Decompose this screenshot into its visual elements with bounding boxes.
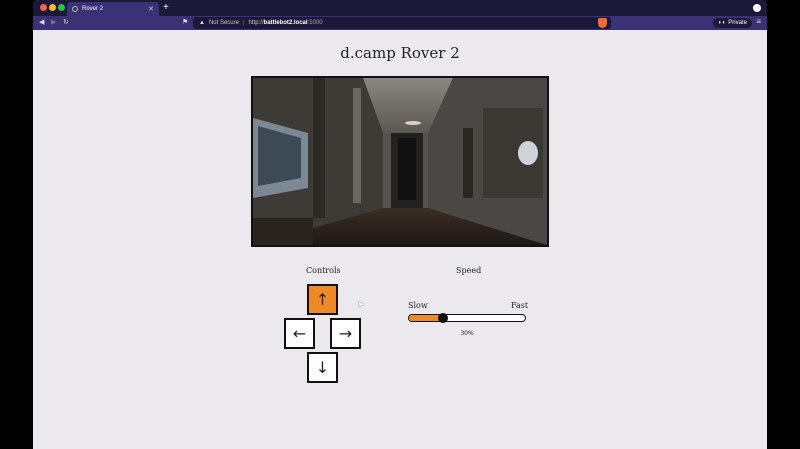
- left-button[interactable]: ←: [284, 318, 315, 349]
- url-host: battlebot2.local: [263, 20, 308, 26]
- tab-title: Rover 2: [82, 6, 104, 12]
- security-label: Not Secure: [208, 20, 239, 26]
- arrow-right-icon: →: [338, 324, 353, 343]
- maximize-window-button[interactable]: [58, 4, 65, 11]
- address-bar[interactable]: ▲ Not Secure | http:// battlebot2.local …: [193, 17, 611, 29]
- rover-camera-feed: [251, 76, 549, 247]
- camera-image: [253, 78, 547, 245]
- speed-label: Speed: [456, 266, 482, 275]
- url-scheme: http://: [248, 20, 264, 26]
- url-port: :5000: [307, 20, 323, 26]
- arrow-down-icon: ↓: [315, 358, 330, 377]
- forward-button[interactable]: ↑: [307, 284, 338, 315]
- speed-slider-track[interactable]: [408, 314, 526, 322]
- tab-close-icon[interactable]: ✕: [148, 5, 154, 13]
- speed-value: 30%: [460, 330, 474, 337]
- mouse-cursor-icon: ➤: [357, 300, 365, 310]
- speed-fast-label: Fast: [511, 301, 529, 310]
- private-label: Private: [728, 20, 747, 26]
- right-button[interactable]: →: [330, 318, 361, 349]
- arrow-left-icon: ←: [292, 324, 307, 343]
- menu-icon[interactable]: ≡: [756, 17, 761, 26]
- globe-icon: [72, 6, 78, 12]
- close-window-button[interactable]: [40, 4, 47, 11]
- profile-icon[interactable]: [753, 4, 761, 12]
- new-tab-icon[interactable]: +: [163, 2, 169, 13]
- browser-toolbar: ◀ ▶ ↻ ⚑ ▲ Not Secure | http:// battlebot…: [33, 16, 767, 30]
- backward-button[interactable]: ↓: [307, 352, 338, 383]
- page-title: d.camp Rover 2: [340, 44, 460, 62]
- page-content: d.camp Rover 2 Controls Speed ↑ ← → ↓ ➤ …: [33, 30, 767, 449]
- speed-slow-label: Slow: [408, 301, 428, 310]
- url-separator: |: [242, 20, 245, 26]
- private-badge[interactable]: ◗◖ Private: [713, 18, 752, 28]
- controls-label: Controls: [306, 266, 341, 275]
- tab-rover-2[interactable]: Rover 2 ✕: [67, 2, 159, 16]
- back-icon[interactable]: ◀: [39, 18, 44, 28]
- private-mask-icon: ◗◖: [718, 20, 726, 26]
- arrow-up-icon: ↑: [315, 290, 330, 309]
- reload-icon[interactable]: ↻: [63, 18, 69, 28]
- brave-shield-icon[interactable]: [598, 18, 607, 28]
- minimize-window-button[interactable]: [49, 4, 56, 11]
- forward-icon[interactable]: ▶: [51, 18, 56, 28]
- browser-window: Rover 2 ✕ + ◀ ▶ ↻ ⚑ ▲ Not Secure | http:…: [33, 0, 767, 449]
- title-bar: Rover 2 ✕ +: [33, 0, 767, 16]
- warning-icon: ▲: [199, 20, 205, 26]
- bookmark-icon[interactable]: ⚑: [182, 18, 188, 26]
